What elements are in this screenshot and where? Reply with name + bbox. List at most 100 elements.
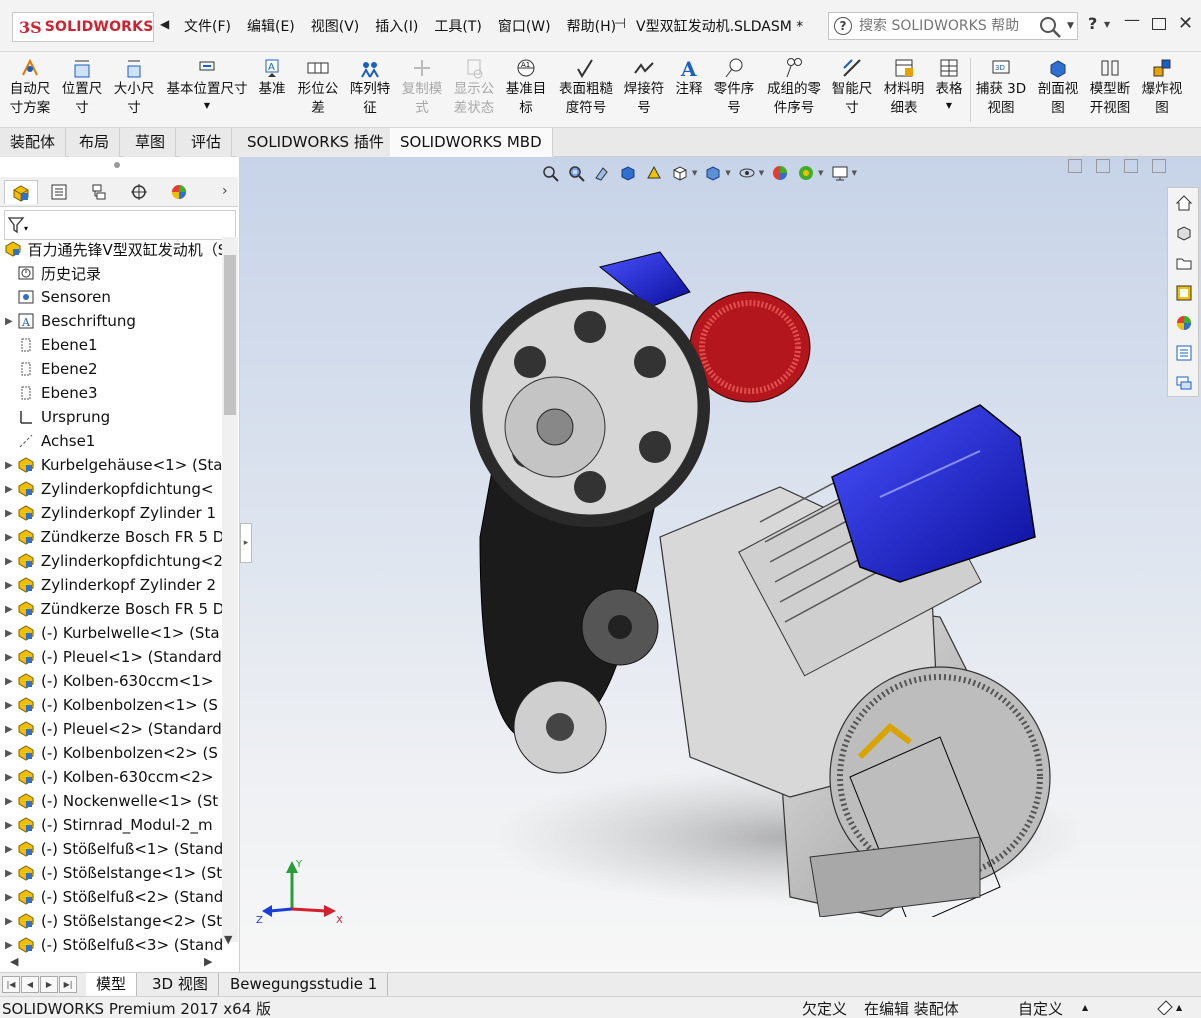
auto-dimension-scheme-button[interactable]: 自动尺 寸方案 — [6, 56, 54, 118]
expand-arrow-icon[interactable]: ▶ — [5, 868, 17, 879]
hide-show-items-icon[interactable] — [737, 163, 757, 183]
tree-item[interactable]: ▶ (-) Kolbenbolzen<1> (S — [0, 693, 222, 717]
tree-item[interactable]: ▶ (-) Stößelfuß<2> (Stand — [0, 885, 222, 909]
unit-dropdown-icon[interactable]: ▲ — [1082, 1003, 1088, 1012]
menu-edit[interactable]: 编辑(E) — [247, 16, 295, 36]
solidworks-logo[interactable]: 3S SOLIDWORKS — [12, 12, 154, 42]
datum-target-button[interactable]: A1 基准目 标 — [502, 56, 550, 118]
dynamic-annotation-views-icon[interactable] — [644, 163, 664, 183]
tree-item[interactable]: ▶ Zylinderkopf Zylinder 1 — [0, 501, 222, 525]
stacked-balloon-button[interactable]: 成组的零 件序号 — [762, 56, 826, 118]
previous-view-icon[interactable] — [592, 163, 612, 183]
expand-arrow-icon[interactable]: ▶ — [5, 652, 17, 663]
doc-restore-icon[interactable] — [1068, 159, 1082, 173]
expand-arrow-icon[interactable]: ▶ — [5, 796, 17, 807]
doc-maximize-icon[interactable] — [1124, 159, 1138, 173]
tree-item[interactable]: ▶ Zündkerze Bosch FR 5 D — [0, 525, 222, 549]
view-settings-dropdown-icon[interactable]: ▼ — [852, 169, 857, 177]
model-break-view-button[interactable]: 模型断 开视图 — [1086, 56, 1134, 118]
balloon-button[interactable]: 零件序 号 — [710, 56, 758, 118]
bom-button[interactable]: 材料明 细表 — [880, 56, 928, 118]
first-tab-icon[interactable]: |◀ — [2, 976, 20, 993]
expand-arrow-icon[interactable]: ▶ — [5, 700, 17, 711]
panel-collapse-handle[interactable]: ▸ — [240, 523, 252, 563]
location-dimension-button[interactable]: 位置尺 寸 — [58, 56, 106, 118]
expand-arrow-icon[interactable]: ▶ — [5, 820, 17, 831]
view-palette-icon[interactable] — [1173, 282, 1195, 304]
view-orientation-icon[interactable] — [670, 163, 690, 183]
doc-tile-icon[interactable] — [1096, 159, 1110, 173]
custom-properties-icon[interactable] — [1173, 342, 1195, 364]
hide-show-dropdown-icon[interactable]: ▼ — [759, 169, 764, 177]
forum-icon[interactable] — [1173, 372, 1195, 394]
close-icon[interactable]: ✕ — [1178, 13, 1193, 34]
tree-item[interactable]: ▶ (-) Kolben-630ccm<1> — [0, 669, 222, 693]
tree-item[interactable]: ▶ (-) Stößelstange<1> (St — [0, 861, 222, 885]
prev-tab-icon[interactable]: ◀ — [21, 976, 39, 993]
expand-arrow-icon[interactable]: ▶ — [5, 892, 17, 903]
tree-item[interactable]: ▶ (-) Stößelfuß<1> (Stand — [0, 837, 222, 861]
expand-arrow-icon[interactable]: ▶ — [5, 484, 17, 495]
tree-item[interactable]: Ebene2 — [0, 357, 222, 381]
display-style-icon[interactable] — [703, 163, 723, 183]
display-manager-tab[interactable] — [162, 180, 196, 204]
weld-symbol-button[interactable]: 焊接符 号 — [620, 56, 668, 118]
edit-appearance-icon[interactable] — [770, 163, 790, 183]
search-icon[interactable] — [1037, 15, 1063, 39]
expand-arrow-icon[interactable]: ▶ — [5, 772, 17, 783]
geometric-tolerance-button[interactable]: 形位公 差 — [294, 56, 342, 118]
tab-3d-views[interactable]: 3D 视图 — [142, 973, 219, 997]
view-orientation-dropdown-icon[interactable]: ▼ — [692, 169, 697, 177]
zoom-to-area-icon[interactable] — [566, 163, 586, 183]
expand-arrow-icon[interactable]: ▶ — [5, 532, 17, 543]
tree-horizontal-scrollbar[interactable]: ◀ ▶ — [4, 955, 218, 969]
tree-item[interactable]: Achse1 — [0, 429, 222, 453]
expand-arrow-icon[interactable]: ▶ — [5, 628, 17, 639]
section-view-button[interactable]: 剖面视 图 — [1034, 56, 1082, 118]
copy-scheme-button[interactable]: 复制模 式 — [398, 56, 446, 118]
expand-arrow-icon[interactable]: ▶ — [5, 604, 17, 615]
table-button[interactable]: 表格 ▼ — [930, 56, 968, 113]
expand-arrow-icon[interactable]: ▶ — [5, 748, 17, 759]
tab-evaluate[interactable]: 评估 — [181, 128, 233, 157]
minimize-icon[interactable]: — — [1124, 10, 1140, 29]
home-icon[interactable] — [1173, 192, 1195, 214]
file-explorer-icon[interactable] — [1173, 252, 1195, 274]
expand-arrow-icon[interactable]: ▶ — [5, 460, 17, 471]
pattern-feature-button[interactable]: 阵列特 征 — [346, 56, 394, 118]
scrollbar-thumb[interactable] — [224, 255, 236, 415]
tree-item[interactable]: ▶ (-) Pleuel<2> (Standard — [0, 717, 222, 741]
tab-assembly[interactable]: 装配体 — [0, 128, 67, 157]
tree-item[interactable]: ▶ (-) Stößelfuß<3> (Stand — [0, 933, 222, 957]
tab-model[interactable]: 模型 — [86, 973, 138, 997]
menu-tools[interactable]: 工具(T) — [434, 16, 481, 36]
tree-item[interactable]: Ursprung — [0, 405, 222, 429]
expand-arrow-icon[interactable]: ▶ — [5, 676, 17, 687]
dimxpert-manager-tab[interactable] — [122, 180, 156, 204]
zoom-to-fit-icon[interactable] — [540, 163, 560, 183]
tree-item[interactable]: ▶ Kurbelgehäuse<1> (Sta — [0, 453, 222, 477]
doc-close-icon[interactable] — [1152, 159, 1166, 173]
tree-item[interactable]: ▶ (-) Kolben-630ccm<2> — [0, 765, 222, 789]
tree-item[interactable]: ▶ Zylinderkopfdichtung<2 — [0, 549, 222, 573]
scroll-left-icon[interactable]: ◀ — [10, 955, 18, 968]
tree-item[interactable]: Sensoren — [0, 285, 222, 309]
menu-help[interactable]: 帮助(H) — [567, 16, 616, 36]
graphics-area[interactable]: ▼ ▼ ▼ ▼ ▼ Y X Z — [240, 157, 1201, 972]
display-style-dropdown-icon[interactable]: ▼ — [725, 169, 730, 177]
tree-filter[interactable]: ▾ — [4, 210, 236, 240]
expand-arrow-icon[interactable]: ▶ — [5, 508, 17, 519]
quick-tips-dropdown-icon[interactable]: ▲ — [1176, 1003, 1182, 1012]
property-manager-tab[interactable] — [42, 180, 76, 204]
surface-finish-button[interactable]: 表面粗糙 度符号 — [554, 56, 618, 118]
expand-arrow-icon[interactable]: ▶ — [5, 724, 17, 735]
expand-arrow-icon[interactable]: ▶ — [5, 316, 17, 327]
tree-item[interactable]: ▶ (-) Pleuel<1> (Standard — [0, 645, 222, 669]
chevron-right-icon[interactable]: › — [222, 183, 228, 199]
menu-insert[interactable]: 插入(I) — [375, 16, 418, 36]
expand-arrow-icon[interactable]: ▶ — [5, 556, 17, 567]
exploded-view-button[interactable]: 爆炸视 图 — [1138, 56, 1186, 118]
smart-dimension-button[interactable]: 智能尺 寸 — [828, 56, 876, 118]
expand-arrow-icon[interactable]: ▶ — [5, 844, 17, 855]
help-dropdown-icon[interactable]: ▼ — [1104, 20, 1110, 29]
